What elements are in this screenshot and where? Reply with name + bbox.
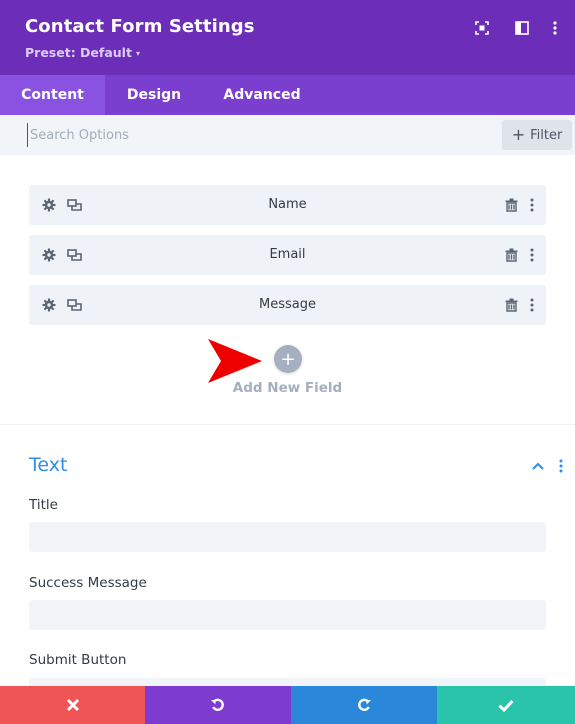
caret-down-icon: ▾ xyxy=(135,49,140,58)
submit-button-label: Submit Button xyxy=(29,652,127,668)
success-message-input[interactable] xyxy=(29,600,546,630)
filter-button[interactable]: + Filter xyxy=(502,120,572,150)
filter-label: Filter xyxy=(530,127,563,143)
section-more-options-icon[interactable] xyxy=(551,456,571,476)
tab-content[interactable]: Content xyxy=(0,75,105,115)
more-options-icon[interactable] xyxy=(522,295,542,315)
undo-button[interactable] xyxy=(145,686,291,724)
discard-icon xyxy=(66,698,79,712)
search-bar xyxy=(0,115,575,155)
search-input[interactable] xyxy=(27,123,327,147)
tab-design[interactable]: Design xyxy=(105,75,203,115)
field-label: Message xyxy=(259,297,316,312)
redo-icon xyxy=(358,698,371,712)
modal-title: Contact Form Settings xyxy=(25,16,255,37)
preset-dropdown[interactable]: Preset: Default ▾ xyxy=(25,45,140,60)
field-row-message[interactable]: Message xyxy=(29,285,546,325)
title-label: Title xyxy=(29,497,58,513)
undo-icon xyxy=(211,698,224,712)
save-button[interactable] xyxy=(437,686,575,724)
more-options-icon[interactable] xyxy=(522,195,542,215)
tab-bar: Content Design Advanced xyxy=(0,75,575,115)
field-row-name[interactable]: Name xyxy=(29,185,546,225)
preset-label: Preset: Default xyxy=(25,45,132,60)
plus-icon: + xyxy=(280,348,296,370)
field-label: Email xyxy=(269,247,306,262)
add-new-field-label[interactable]: Add New Field xyxy=(200,380,375,396)
text-section-title[interactable]: Text xyxy=(29,454,67,476)
trash-icon[interactable] xyxy=(501,295,521,315)
trash-icon[interactable] xyxy=(501,245,521,265)
add-new-field-button[interactable]: + xyxy=(274,345,302,373)
trash-icon[interactable] xyxy=(501,195,521,215)
discard-button[interactable] xyxy=(0,686,145,724)
bottom-action-bar xyxy=(0,686,575,724)
tab-advanced[interactable]: Advanced xyxy=(203,75,321,115)
more-options-icon[interactable] xyxy=(522,245,542,265)
plus-icon: + xyxy=(511,125,526,144)
more-options-icon[interactable] xyxy=(545,18,565,38)
split-view-icon[interactable] xyxy=(512,18,532,38)
redo-button[interactable] xyxy=(291,686,437,724)
save-check-icon xyxy=(498,699,514,712)
focus-icon[interactable] xyxy=(472,18,492,38)
chevron-up-icon[interactable] xyxy=(528,456,548,476)
success-message-label: Success Message xyxy=(29,575,147,591)
field-row-email[interactable]: Email xyxy=(29,235,546,275)
section-divider xyxy=(0,424,575,425)
field-label: Name xyxy=(268,197,307,212)
red-arrow-annotation-icon xyxy=(208,339,262,383)
title-input[interactable] xyxy=(29,522,546,552)
settings-header: Contact Form Settings Preset: Default ▾ xyxy=(0,0,575,75)
